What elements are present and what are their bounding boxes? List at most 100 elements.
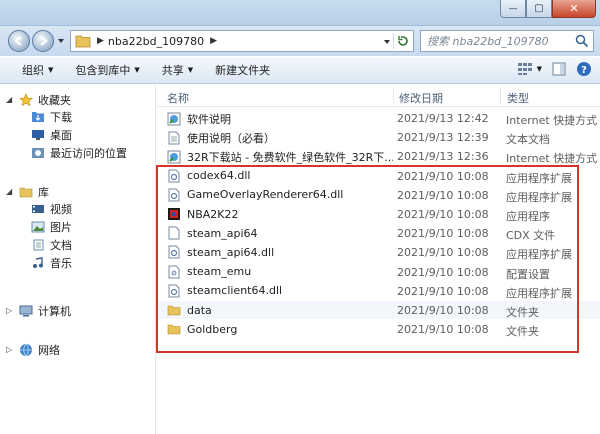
- share-button[interactable]: 共享 ▼: [162, 62, 193, 78]
- file-modified-date: 2021/9/13 12:42: [397, 112, 489, 125]
- file-row[interactable]: NBA2K22 2021/9/10 10:08 应用程序: [157, 205, 600, 223]
- file-row[interactable]: steamclient64.dll 2021/9/10 10:08 应用程序扩展: [157, 282, 600, 300]
- nav-network[interactable]: ▷ 网络: [0, 341, 156, 358]
- file-row[interactable]: data 2021/9/10 10:08 文件夹: [157, 301, 600, 319]
- nav-favorites[interactable]: ◢ 收藏夹: [0, 91, 156, 108]
- file-modified-date: 2021/9/10 10:08: [397, 188, 489, 202]
- nav-item-label: 文档: [50, 239, 72, 252]
- minimize-button[interactable]: —: [500, 0, 526, 18]
- nav-item-label: 图片: [50, 221, 72, 234]
- nav-item-downloads[interactable]: 下载: [0, 108, 156, 126]
- back-button[interactable]: [8, 30, 30, 52]
- chevron-down-icon: ▼: [48, 66, 54, 74]
- file-row[interactable]: Goldberg 2021/9/10 10:08 文件夹: [157, 320, 600, 338]
- help-icon[interactable]: ?: [576, 61, 592, 77]
- new-folder-button[interactable]: 新建文件夹: [215, 62, 270, 78]
- file-modified-date: 2021/9/13 12:39: [397, 131, 489, 145]
- nav-item-music[interactable]: 音乐: [0, 254, 156, 272]
- expand-icon[interactable]: ▷: [6, 345, 16, 354]
- organize-label: 组织: [22, 64, 44, 77]
- nav-item-label: 下载: [50, 111, 72, 124]
- file-row[interactable]: codex64.dll 2021/9/10 10:08 应用程序扩展: [157, 167, 600, 185]
- file-name-cell[interactable]: steamclient64.dll: [167, 284, 393, 298]
- address-bar[interactable]: ▶ nba22bd_109780 ▶: [70, 30, 414, 52]
- file-row[interactable]: 软件说明 2021/9/13 12:42 Internet 快捷方式: [157, 109, 600, 127]
- column-divider[interactable]: [500, 87, 501, 105]
- view-dropdown-icon[interactable]: ▼: [537, 65, 542, 73]
- file-name-cell[interactable]: GameOverlayRenderer64.dll: [167, 188, 393, 202]
- file-name-cell[interactable]: steam_emu: [167, 265, 393, 279]
- file-name: steamclient64.dll: [187, 284, 283, 298]
- file-row[interactable]: 32R下载站 - 免费软件_绿色软件_32R下... 2021/9/13 12:3…: [157, 147, 600, 165]
- file-modified-date: 2021/9/10 10:08: [397, 284, 489, 298]
- svg-text:?: ?: [581, 65, 587, 76]
- file-name-cell[interactable]: 32R下载站 - 免费软件_绿色软件_32R下...: [167, 149, 393, 165]
- dll-icon: [167, 188, 181, 202]
- file-name: Goldberg: [187, 322, 238, 336]
- file-row[interactable]: steam_api64.dll 2021/9/10 10:08 应用程序扩展: [157, 243, 600, 261]
- search-input[interactable]: 搜索 nba22bd_109780: [420, 30, 594, 52]
- picture-library-icon: [30, 220, 46, 234]
- maximize-button[interactable]: ▢: [526, 0, 552, 18]
- collapse-icon[interactable]: ◢: [6, 95, 16, 104]
- change-view-icon[interactable]: [517, 62, 533, 76]
- column-divider[interactable]: [393, 87, 394, 105]
- nav-computer[interactable]: ▷ 计算机: [0, 302, 156, 319]
- expand-icon[interactable]: ▷: [6, 306, 16, 315]
- file-row[interactable]: GameOverlayRenderer64.dll 2021/9/10 10:08…: [157, 186, 600, 204]
- recent-pages-dropdown-icon[interactable]: [57, 37, 65, 45]
- chevron-down-icon: ▼: [187, 66, 194, 74]
- organize-button[interactable]: 组织 ▼: [22, 62, 53, 78]
- nav-item-desktop[interactable]: 桌面: [0, 126, 156, 144]
- nav-item-label: 音乐: [50, 257, 72, 270]
- file-type: 文件夹: [506, 306, 539, 319]
- collapse-icon[interactable]: ◢: [6, 187, 16, 196]
- file-modified-date: 2021/9/10 10:08: [397, 323, 489, 337]
- file-type: 应用程序扩展: [506, 171, 572, 185]
- file-row[interactable]: steam_emu 2021/9/10 10:08 配置设置: [157, 263, 600, 281]
- nav-item-recent-places[interactable]: 最近访问的位置: [0, 144, 156, 162]
- file-name: steam_emu: [187, 265, 252, 279]
- library-icon: [18, 185, 34, 199]
- application-icon: [167, 207, 181, 221]
- dll-icon: [167, 169, 181, 183]
- forward-button[interactable]: [32, 30, 54, 52]
- close-button[interactable]: ✕: [552, 0, 596, 18]
- file-row[interactable]: steam_api64 2021/9/10 10:08 CDX 文件: [157, 224, 600, 242]
- file-type: Internet 快捷方式: [506, 114, 598, 127]
- breadcrumb-current-folder[interactable]: nba22bd_109780: [108, 35, 204, 48]
- nav-item-label: 视频: [50, 203, 72, 216]
- breadcrumb-separator-icon[interactable]: ▶: [97, 36, 104, 46]
- nav-libraries[interactable]: ◢ 库: [0, 183, 156, 200]
- refresh-button[interactable]: [393, 33, 411, 49]
- column-header-type[interactable]: 类型: [507, 90, 529, 106]
- file-name-cell[interactable]: codex64.dll: [167, 169, 393, 183]
- file-name-cell[interactable]: data: [167, 303, 393, 317]
- file-name-cell[interactable]: NBA2K22: [167, 207, 393, 221]
- nav-item-pictures[interactable]: 图片: [0, 218, 156, 236]
- preview-pane-icon[interactable]: [552, 62, 566, 76]
- file-modified-date: 2021/9/13 12:36: [397, 150, 489, 164]
- search-icon[interactable]: [575, 34, 589, 48]
- file-name-cell[interactable]: 软件说明: [167, 111, 393, 127]
- file-name-cell[interactable]: 使用说明（必看）: [167, 130, 393, 146]
- breadcrumb-separator-icon[interactable]: ▶: [210, 36, 217, 46]
- file-name-cell[interactable]: steam_api64.dll: [167, 245, 393, 259]
- share-label: 共享: [161, 64, 184, 77]
- include-in-library-button[interactable]: 包含到库中 ▼: [75, 62, 139, 78]
- column-header-name[interactable]: 名称: [167, 90, 189, 106]
- file-name-cell[interactable]: Goldberg: [167, 322, 393, 336]
- downloads-folder-icon: [30, 110, 46, 124]
- view-controls: ▼ ?: [507, 61, 592, 77]
- address-history-dropdown-icon[interactable]: [383, 38, 391, 46]
- nav-item-videos[interactable]: 视频: [0, 200, 156, 218]
- file-row[interactable]: 使用说明（必看） 2021/9/13 12:39 文本文档: [157, 128, 600, 146]
- document-library-icon: [30, 238, 46, 252]
- desktop-icon: [30, 128, 46, 142]
- file-name-cell[interactable]: steam_api64: [167, 226, 393, 240]
- nav-item-documents[interactable]: 文档: [0, 236, 156, 254]
- blank-file-icon: [167, 226, 181, 240]
- window-controls: — ▢ ✕: [500, 0, 596, 20]
- star-icon: [18, 92, 34, 107]
- column-header-date[interactable]: 修改日期: [399, 90, 443, 106]
